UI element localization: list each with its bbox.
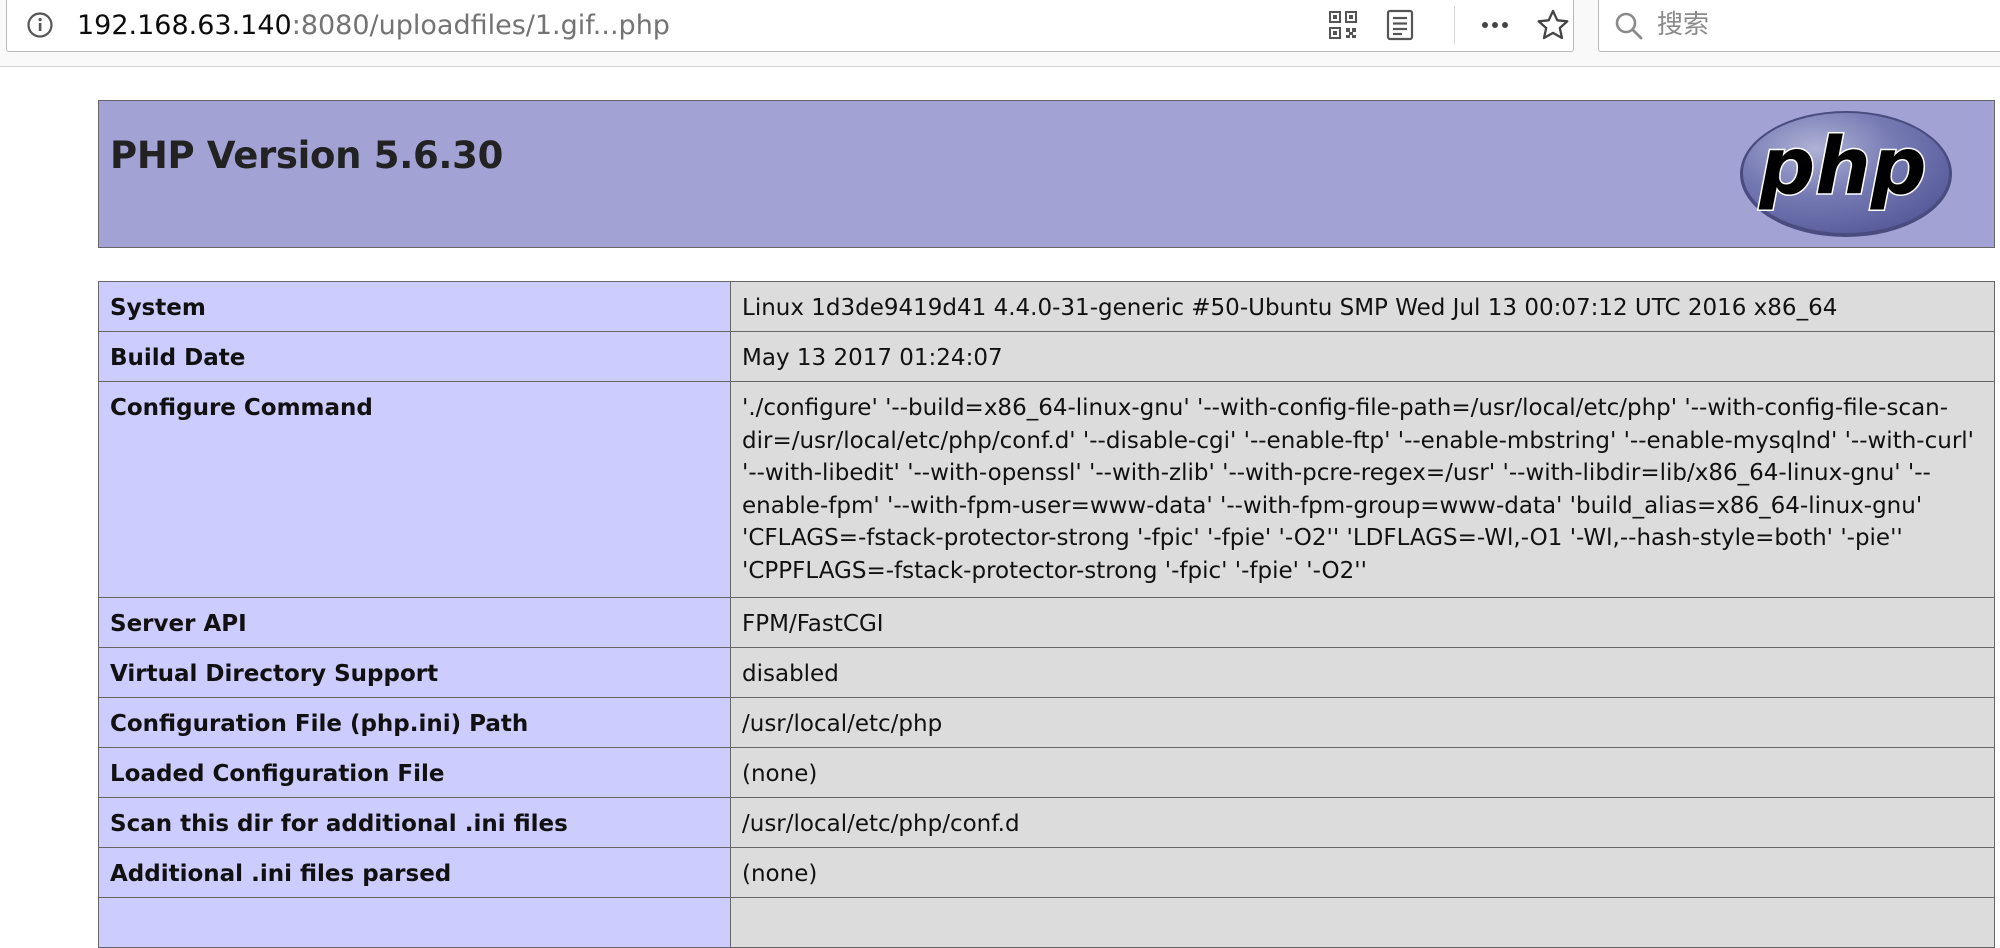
search-icon: [1615, 12, 1643, 40]
table-row: Additional .ini files parsed (none): [98, 847, 1995, 898]
row-value: Linux 1d3de9419d41 4.4.0-31-generic #50-…: [730, 281, 1995, 332]
table-row: Server API FPM/FastCGI: [98, 597, 1995, 648]
php-version-header: PHP Version 5.6.30 php php: [98, 100, 1995, 248]
row-key: Server API: [98, 597, 731, 648]
table-row: Virtual Directory Support disabled: [98, 647, 1995, 698]
url-text[interactable]: 192.168.63.140:8080/uploadfiles/1.gif...…: [77, 9, 670, 43]
url-path: :8080/uploadfiles/1.gif...php: [291, 10, 670, 41]
row-value: (none): [730, 747, 1995, 798]
row-key: Configure Command: [98, 381, 731, 598]
search-bar[interactable]: [1598, 0, 2000, 52]
table-row: Scan this dir for additional .ini files …: [98, 797, 1995, 848]
toolbar-separator: [1454, 6, 1455, 44]
row-value: /usr/local/etc/php/conf.d: [730, 797, 1995, 848]
row-value: disabled: [730, 647, 1995, 698]
table-row: System Linux 1d3de9419d41 4.4.0-31-gener…: [98, 281, 1995, 332]
table-row: [98, 897, 1995, 948]
row-key: [98, 897, 731, 948]
php-logo[interactable]: php php: [1739, 109, 1953, 239]
qr-code-icon[interactable]: [1326, 8, 1360, 42]
row-key: System: [98, 281, 731, 332]
reader-view-icon[interactable]: [1383, 8, 1417, 42]
table-row: Configuration File (php.ini) Path /usr/l…: [98, 697, 1995, 748]
row-value: [730, 897, 1995, 948]
search-input[interactable]: [1657, 6, 1977, 44]
browser-toolbar: 192.168.63.140:8080/uploadfiles/1.gif...…: [0, 0, 2000, 67]
table-row: Build Date May 13 2017 01:24:07: [98, 331, 1995, 382]
address-bar[interactable]: 192.168.63.140:8080/uploadfiles/1.gif...…: [6, 0, 1574, 52]
row-value: './configure' '--build=x86_64-linux-gnu'…: [730, 381, 1995, 598]
row-key: Additional .ini files parsed: [98, 847, 731, 898]
phpinfo-table: System Linux 1d3de9419d41 4.4.0-31-gener…: [98, 281, 1995, 948]
row-key: Build Date: [98, 331, 731, 382]
row-value: May 13 2017 01:24:07: [730, 331, 1995, 382]
more-actions-icon[interactable]: [1478, 8, 1512, 42]
site-info-icon[interactable]: [25, 10, 55, 40]
table-row: Loaded Configuration File (none): [98, 747, 1995, 798]
row-key: Scan this dir for additional .ini files: [98, 797, 731, 848]
row-value: /usr/local/etc/php: [730, 697, 1995, 748]
row-key: Loaded Configuration File: [98, 747, 731, 798]
table-row: Configure Command './configure' '--build…: [98, 381, 1995, 598]
url-host: 192.168.63.140: [77, 10, 292, 41]
row-value: FPM/FastCGI: [730, 597, 1995, 648]
row-value: (none): [730, 847, 1995, 898]
row-key: Configuration File (php.ini) Path: [98, 697, 731, 748]
svg-text:php: php: [1758, 122, 1926, 212]
row-key: Virtual Directory Support: [98, 647, 731, 698]
page-title: PHP Version 5.6.30: [110, 134, 504, 177]
bookmark-star-icon[interactable]: [1536, 8, 1570, 42]
